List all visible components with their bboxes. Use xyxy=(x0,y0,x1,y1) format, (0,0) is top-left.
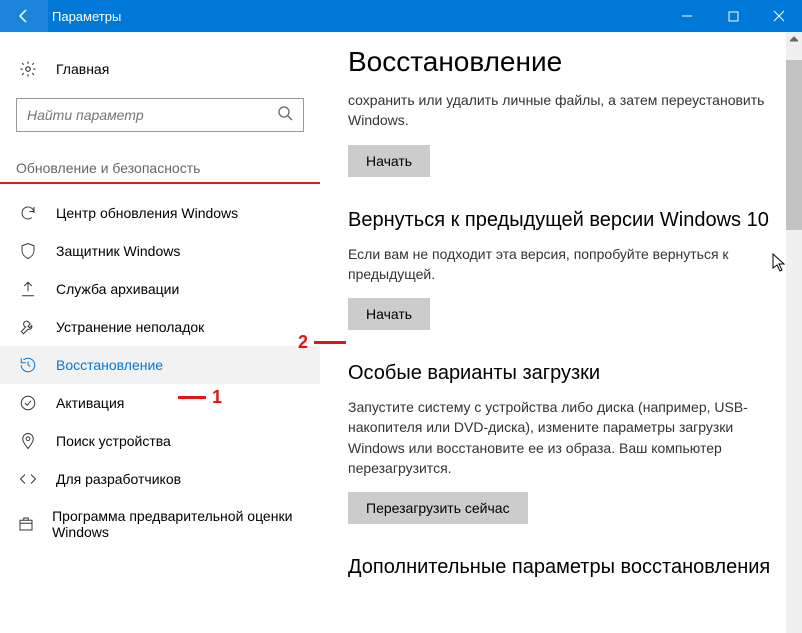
box-icon xyxy=(16,515,36,533)
section-title: Особые варианты загрузки xyxy=(348,362,774,385)
sidebar-item-label: Защитник Windows xyxy=(56,243,180,259)
sidebar-item-troubleshoot[interactable]: Устранение неполадок xyxy=(0,308,320,346)
search-input[interactable] xyxy=(16,98,304,132)
sidebar-item-update[interactable]: Центр обновления Windows xyxy=(0,194,320,232)
rollback-start-button[interactable]: Начать xyxy=(348,298,430,330)
sidebar-item-label: Программа предварительной оценки Windows xyxy=(52,508,304,540)
page-title: Восстановление xyxy=(348,46,774,78)
upload-icon xyxy=(16,280,40,298)
sync-icon xyxy=(16,204,40,222)
sidebar-item-developers[interactable]: Для разработчиков xyxy=(0,460,320,498)
sidebar-item-label: Служба архивации xyxy=(56,281,179,297)
wrench-icon xyxy=(16,318,40,336)
sidebar-item-recovery[interactable]: Восстановление xyxy=(0,346,320,384)
close-button[interactable] xyxy=(756,0,802,32)
section-title: Дополнительные параметры восстановления xyxy=(348,556,774,579)
section-more-options: Дополнительные параметры восстановления xyxy=(348,556,774,579)
gear-icon xyxy=(16,60,40,78)
section-previous-version: Вернуться к предыдущей версии Windows 10… xyxy=(348,209,774,331)
sidebar-item-label: Для разработчиков xyxy=(56,471,181,487)
sidebar-category: Обновление и безопасность xyxy=(0,150,320,184)
sidebar: Главная Обновление и безопасность Центр … xyxy=(0,32,320,633)
sidebar-item-insider[interactable]: Программа предварительной оценки Windows xyxy=(0,498,320,550)
scroll-up-icon[interactable] xyxy=(786,32,802,46)
back-button[interactable] xyxy=(0,0,48,32)
sidebar-item-label: Устранение неполадок xyxy=(56,319,204,335)
section-advanced-startup: Особые варианты загрузки Запустите систе… xyxy=(348,362,774,524)
section-desc: Запустите систему с устройства либо диск… xyxy=(348,397,774,478)
sidebar-item-label: Активация xyxy=(56,395,124,411)
location-icon xyxy=(16,432,40,450)
section-reset-partial: сохранить или удалить личные файлы, а за… xyxy=(348,90,774,177)
sidebar-item-label: Восстановление xyxy=(56,357,163,373)
sidebar-item-defender[interactable]: Защитник Windows xyxy=(0,232,320,270)
sidebar-item-label: Поиск устройства xyxy=(56,433,171,449)
section-desc: сохранить или удалить личные файлы, а за… xyxy=(348,90,774,131)
section-title: Вернуться к предыдущей версии Windows 10 xyxy=(348,209,774,232)
sidebar-item-activation[interactable]: Активация xyxy=(0,384,320,422)
sidebar-item-find-device[interactable]: Поиск устройства xyxy=(0,422,320,460)
window-title: Параметры xyxy=(48,9,664,24)
check-icon xyxy=(16,394,40,412)
maximize-button[interactable] xyxy=(710,0,756,32)
search-field[interactable] xyxy=(27,107,277,123)
sidebar-item-backup[interactable]: Служба архивации xyxy=(0,270,320,308)
section-desc: Если вам не подходит эта версия, попробу… xyxy=(348,244,774,285)
scrollbar-vertical[interactable] xyxy=(786,32,802,633)
sidebar-home[interactable]: Главная xyxy=(0,52,320,86)
shield-icon xyxy=(16,242,40,260)
restart-now-button[interactable]: Перезагрузить сейчас xyxy=(348,492,528,524)
content-pane: Восстановление сохранить или удалить лич… xyxy=(320,32,802,633)
reset-start-button[interactable]: Начать xyxy=(348,145,430,177)
code-icon xyxy=(16,470,40,488)
search-icon xyxy=(277,105,293,126)
sidebar-item-label: Центр обновления Windows xyxy=(56,205,238,221)
title-bar: Параметры xyxy=(0,0,802,32)
history-icon xyxy=(16,356,40,374)
sidebar-home-label: Главная xyxy=(56,61,109,77)
minimize-button[interactable] xyxy=(664,0,710,32)
scrollbar-thumb[interactable] xyxy=(786,60,802,230)
